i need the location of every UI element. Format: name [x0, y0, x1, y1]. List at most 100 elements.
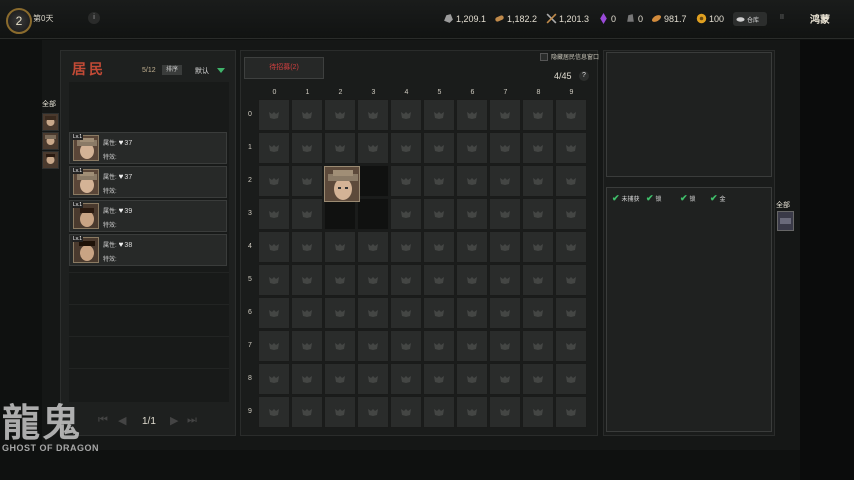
grid-cell[interactable] [522, 198, 554, 230]
grid-cell[interactable] [423, 363, 455, 395]
filter-gold[interactable]: ✔ 金 [710, 193, 726, 204]
grid-cell[interactable] [324, 99, 356, 131]
grid-cell[interactable] [423, 264, 455, 296]
grid-cell[interactable] [489, 396, 521, 428]
filter-lock-1[interactable]: ✔ 锁 [646, 193, 662, 204]
grid-cell[interactable] [522, 264, 554, 296]
grid-cell[interactable] [291, 99, 323, 131]
hide-info-toggle[interactable]: 隐藏居民信息窗口 [540, 52, 599, 61]
tab-all-left[interactable]: 全部 [42, 99, 56, 109]
grid-cell[interactable] [456, 363, 488, 395]
grid-cell[interactable] [258, 297, 290, 329]
grid-cell[interactable] [324, 330, 356, 362]
grid-cell[interactable] [456, 231, 488, 263]
grid-cell[interactable] [423, 231, 455, 263]
grid-cell[interactable] [357, 165, 389, 197]
grid-cell[interactable] [456, 330, 488, 362]
grid-cell[interactable] [357, 99, 389, 131]
grid-cell[interactable] [291, 198, 323, 230]
grid-cell[interactable] [423, 132, 455, 164]
grid-cell[interactable] [357, 264, 389, 296]
grid-cell[interactable] [357, 396, 389, 428]
grid-cell[interactable] [489, 132, 521, 164]
grid-cell[interactable] [456, 264, 488, 296]
grid-cell[interactable] [324, 297, 356, 329]
grid-cell[interactable] [291, 165, 323, 197]
grid-cell[interactable] [357, 132, 389, 164]
filter-lock-2[interactable]: ✔ 锁 [680, 193, 696, 204]
grid-cell[interactable] [258, 165, 290, 197]
grid-cell[interactable] [357, 231, 389, 263]
grid-cell[interactable] [456, 99, 488, 131]
grid-cell[interactable] [522, 99, 554, 131]
grid-cell[interactable] [324, 231, 356, 263]
grid-cell[interactable] [456, 132, 488, 164]
grid-cell[interactable] [357, 330, 389, 362]
grid-cell[interactable] [555, 396, 587, 428]
grid-cell[interactable] [555, 99, 587, 131]
grid-cell[interactable] [522, 396, 554, 428]
grid-cell[interactable] [357, 297, 389, 329]
pause-button[interactable]: II [780, 14, 784, 21]
placement-grid[interactable] [258, 99, 588, 431]
resident-card[interactable]: Lv.1 属性: ♥39 特效: [69, 200, 227, 232]
recruit-button[interactable]: 待招募(2) [244, 57, 324, 79]
grid-cell[interactable] [489, 198, 521, 230]
grid-cell[interactable] [390, 198, 422, 230]
grid-cell[interactable] [258, 396, 290, 428]
grid-cell[interactable] [522, 165, 554, 197]
grid-cell[interactable] [291, 264, 323, 296]
grid-cell[interactable] [258, 198, 290, 230]
grid-cell[interactable] [324, 363, 356, 395]
grid-cell[interactable] [324, 132, 356, 164]
resident-card[interactable]: Lv.1 属性: ♥37 特效: [69, 132, 227, 164]
grid-cell[interactable] [555, 132, 587, 164]
grid-cell[interactable] [423, 165, 455, 197]
grid-cell[interactable] [258, 363, 290, 395]
grid-cell[interactable] [489, 165, 521, 197]
grid-cell[interactable] [456, 165, 488, 197]
grid-cell[interactable] [522, 297, 554, 329]
grid-cell[interactable] [489, 264, 521, 296]
grid-cell[interactable] [390, 330, 422, 362]
info-button[interactable]: i [88, 12, 100, 24]
grid-cell[interactable] [324, 264, 356, 296]
grid-cell[interactable] [489, 363, 521, 395]
grid-cell[interactable] [489, 99, 521, 131]
grid-cell[interactable] [291, 396, 323, 428]
prev-page-icon[interactable]: ◀ [118, 414, 126, 427]
side-thumb-right[interactable] [777, 211, 794, 231]
grid-cell[interactable] [390, 165, 422, 197]
grid-cell[interactable] [390, 297, 422, 329]
grid-cell[interactable] [258, 264, 290, 296]
grid-cell[interactable] [522, 231, 554, 263]
side-thumb-3[interactable] [42, 151, 59, 169]
first-page-icon[interactable]: ⏮ [98, 414, 108, 427]
tab-all-right[interactable]: 全部 [776, 200, 790, 210]
grid-cell[interactable] [258, 132, 290, 164]
grid-cell[interactable] [555, 363, 587, 395]
grid-cell[interactable] [258, 231, 290, 263]
checkbox-icon[interactable] [540, 52, 548, 61]
grid-cell[interactable] [324, 396, 356, 428]
grid-cell[interactable] [423, 99, 455, 131]
grid-cell[interactable] [390, 231, 422, 263]
grid-cell[interactable] [324, 198, 356, 230]
warehouse-button[interactable]: 仓库 [733, 12, 767, 26]
help-button[interactable]: ? [579, 71, 589, 81]
grid-cell[interactable] [258, 330, 290, 362]
grid-cell[interactable] [390, 396, 422, 428]
grid-cell[interactable] [489, 231, 521, 263]
grid-cell[interactable] [390, 99, 422, 131]
next-page-icon[interactable]: ▶ [170, 414, 178, 427]
placed-resident[interactable] [324, 166, 360, 202]
grid-cell[interactable] [423, 198, 455, 230]
grid-cell[interactable] [456, 396, 488, 428]
side-thumb-2[interactable] [42, 132, 59, 150]
grid-cell[interactable] [423, 297, 455, 329]
grid-cell[interactable] [390, 264, 422, 296]
grid-cell[interactable] [456, 297, 488, 329]
resident-card[interactable]: Lv.1 属性: ♥38 特效: [69, 234, 227, 266]
grid-cell[interactable] [291, 297, 323, 329]
grid-cell[interactable] [456, 198, 488, 230]
